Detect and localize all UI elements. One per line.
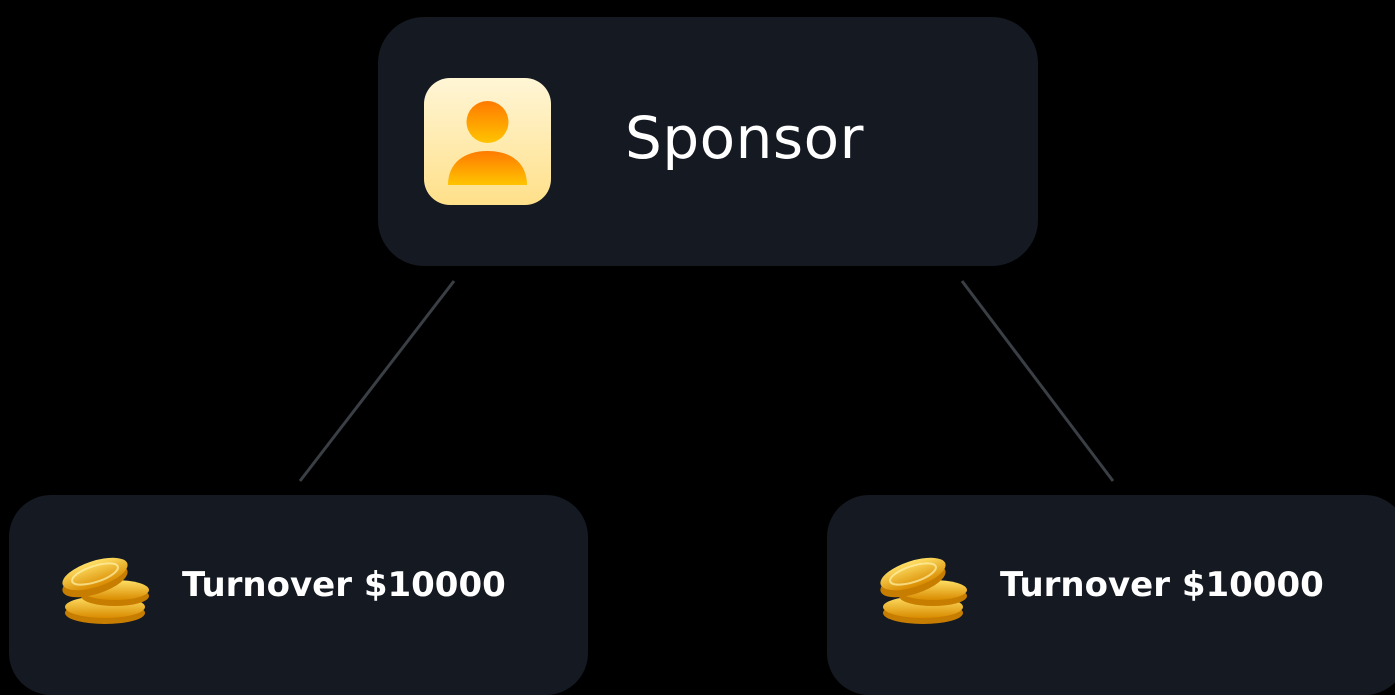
sponsor-node: Sponsor [378,17,1038,266]
sponsor-label: Sponsor [625,104,864,172]
gold-coins-icon [53,541,153,629]
turnover-node-left: Turnover $10000 [9,495,588,695]
connector-left [298,280,456,482]
connector-right [960,280,1115,482]
user-avatar-icon [424,78,551,205]
turnover-node-right: Turnover $10000 [827,495,1395,695]
turnover-label: Turnover $10000 [182,565,506,605]
turnover-label: Turnover $10000 [1000,565,1324,605]
gold-coins-icon [871,541,971,629]
